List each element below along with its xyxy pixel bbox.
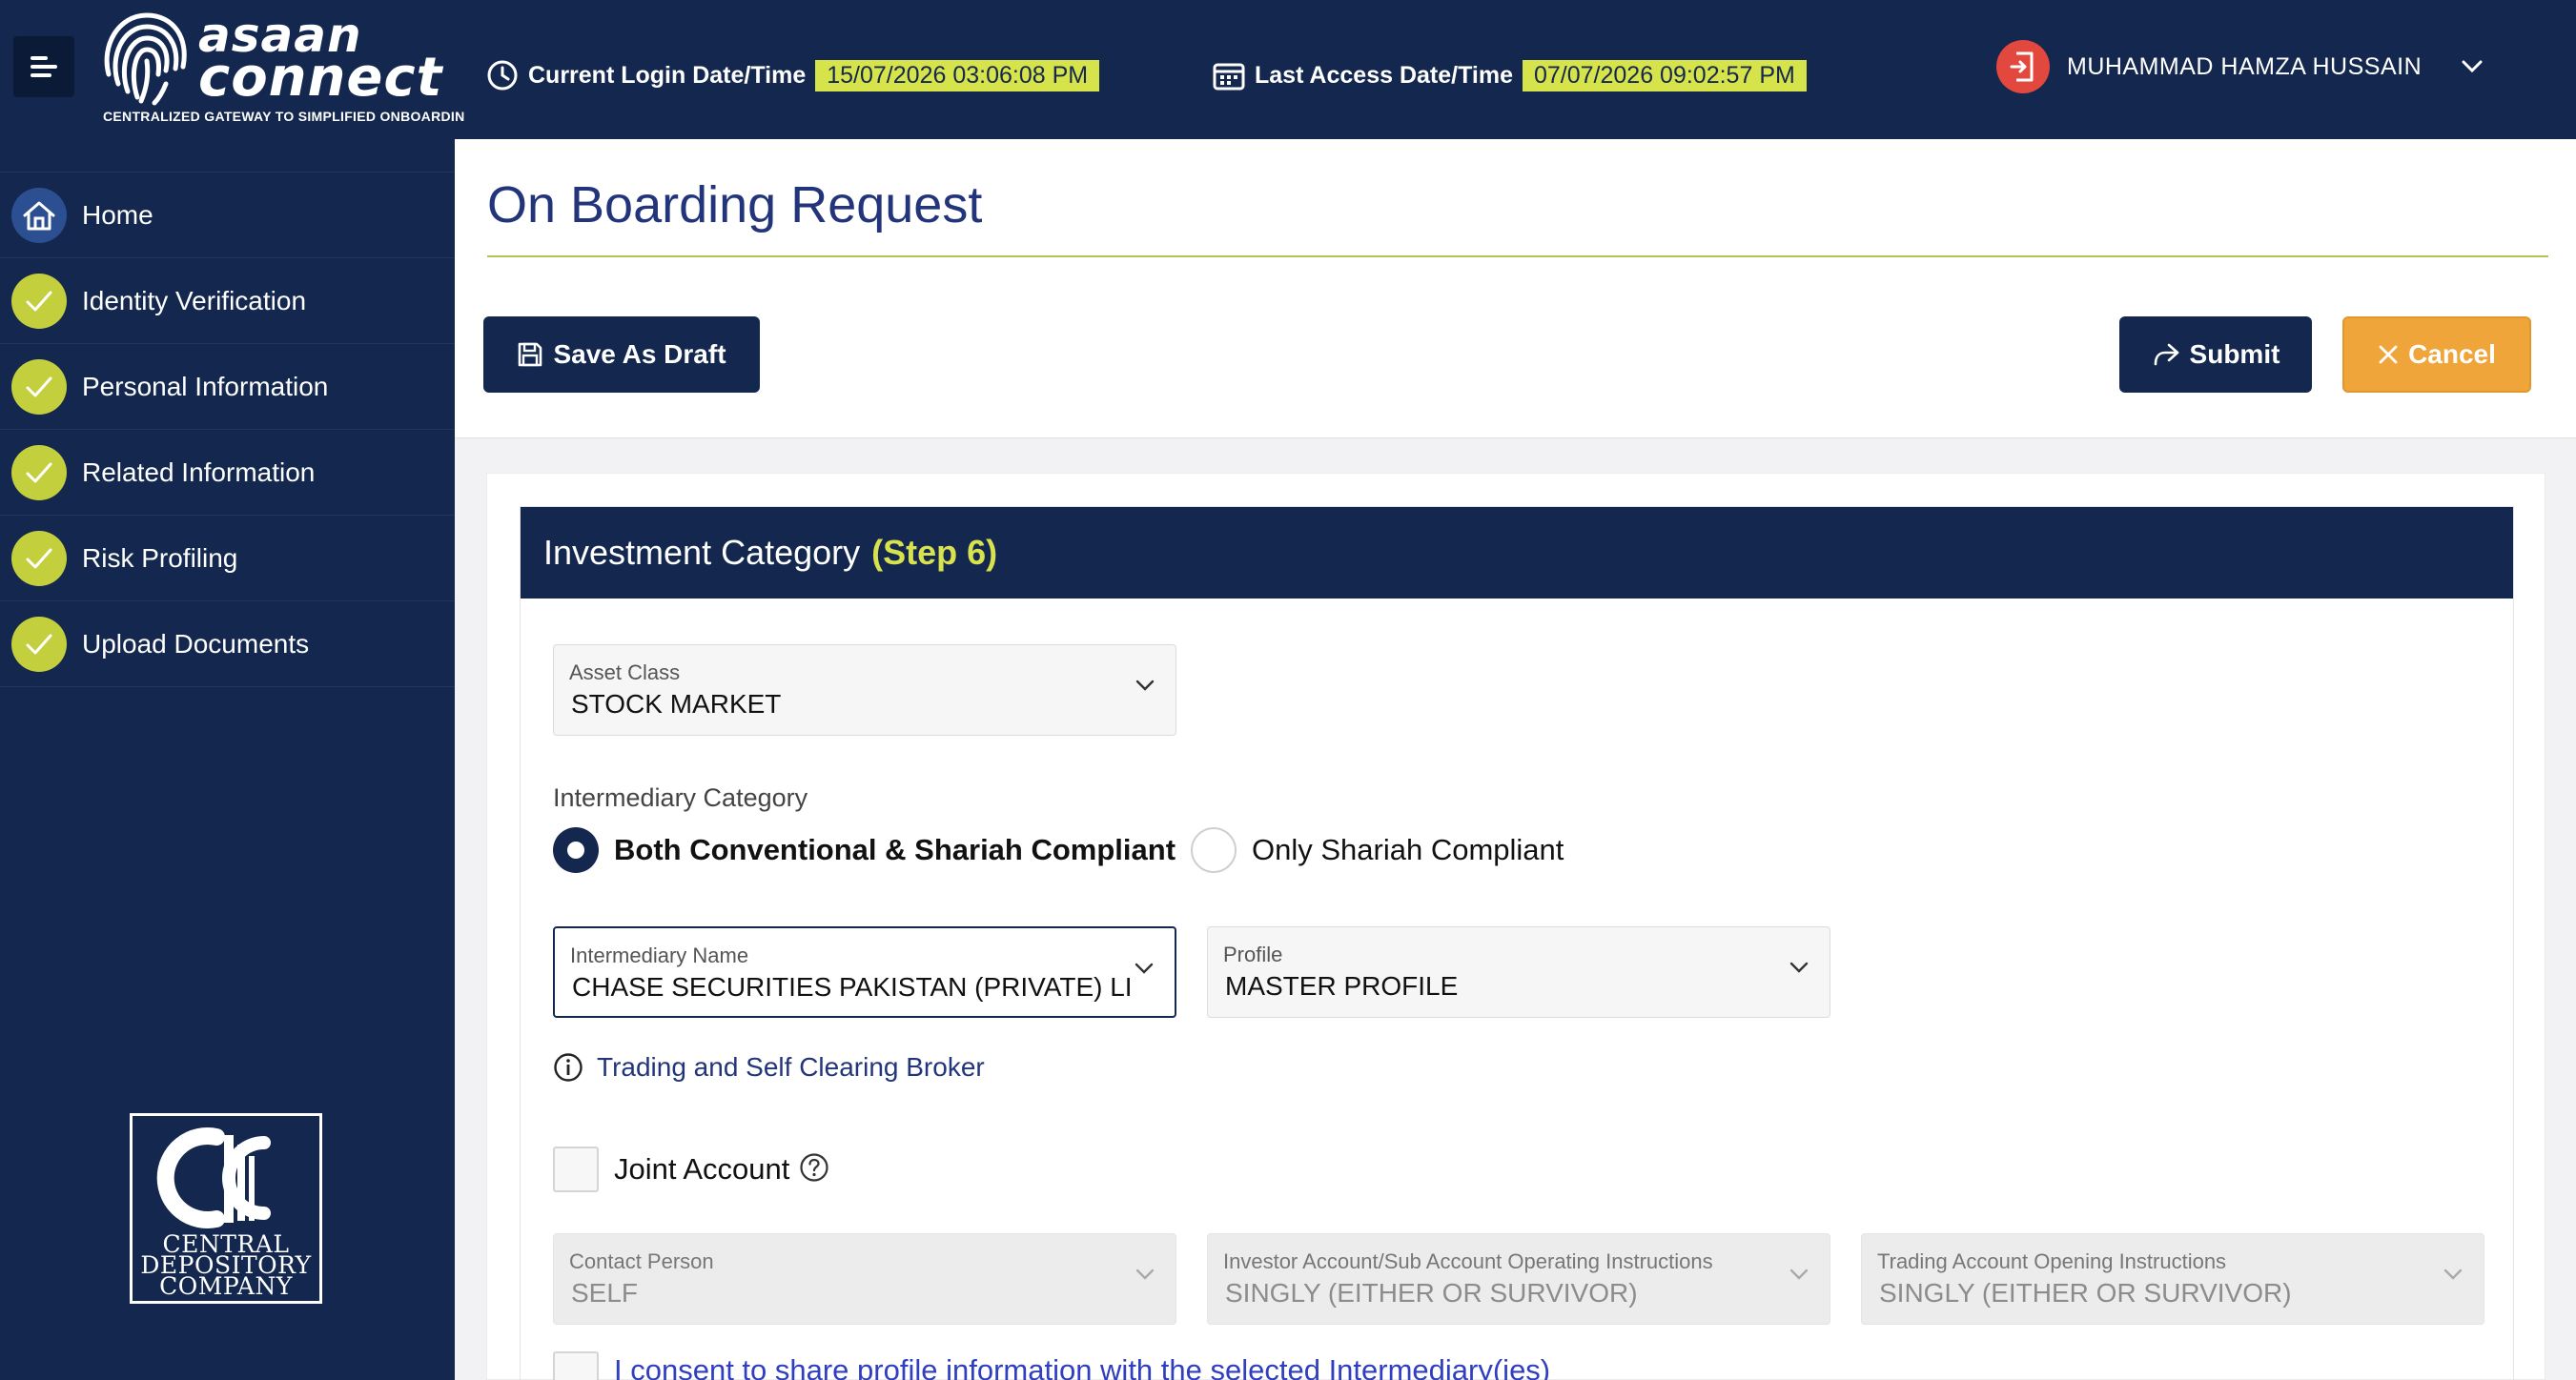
asset-class-label: Asset Class: [569, 660, 681, 684]
trading-account-instructions-select: Trading Account Opening Instructions SIN…: [1861, 1233, 2484, 1325]
radio-both-conventional-shariah[interactable]: [553, 827, 599, 873]
joint-account-label[interactable]: Joint Account: [614, 1152, 789, 1187]
sidebar: Home Identity Verification Personal Info…: [0, 139, 455, 1380]
intermediary-type-hint: Trading and Self Clearing Broker: [553, 1052, 985, 1083]
sidebar-item-label: Related Information: [82, 457, 316, 487]
joint-account-checkbox[interactable]: [553, 1147, 599, 1192]
clock-icon: [486, 59, 519, 91]
title-divider: [487, 255, 2548, 257]
profile-value: MASTER PROFILE: [1225, 971, 1459, 1001]
sidebar-item-related-information[interactable]: Related Information: [0, 430, 455, 516]
form-card: Investment Category (Step 6) Asset Class…: [486, 473, 2545, 1380]
intermediary-type-text: Trading and Self Clearing Broker: [597, 1052, 985, 1082]
chevron-down-icon: [1135, 1268, 1155, 1280]
sidebar-item-label: Risk Profiling: [82, 542, 238, 573]
sidebar-item-personal-information[interactable]: Personal Information: [0, 344, 455, 430]
save-icon: [517, 341, 543, 368]
check-icon: [11, 616, 67, 672]
sidebar-item-label: Personal Information: [82, 371, 329, 401]
last-access-info: Last Access Date/Time 07/07/2026 09:02:5…: [1213, 59, 1807, 91]
contact-person-value: SELF: [571, 1278, 639, 1308]
profile-label: Profile: [1223, 943, 1283, 966]
sidebar-item-home[interactable]: Home: [0, 172, 455, 258]
contact-person-label: Contact Person: [569, 1249, 714, 1273]
trading-instructions-label: Trading Account Opening Instructions: [1877, 1249, 2227, 1273]
sidebar-item-label: Identity Verification: [82, 285, 307, 315]
intermediary-category-radio-group: Both Conventional & Shariah Compliant On…: [553, 825, 1579, 875]
page-header: On Boarding Request Save As Draft Submit…: [455, 139, 2576, 438]
investor-instructions-label: Investor Account/Sub Account Operating I…: [1223, 1249, 1713, 1273]
radio-only-shariah[interactable]: [1191, 827, 1237, 873]
menu-toggle-button[interactable]: [13, 36, 74, 97]
investor-operating-instructions-select: Investor Account/Sub Account Operating I…: [1207, 1233, 1830, 1325]
save-as-draft-label: Save As Draft: [553, 339, 726, 369]
home-icon: [11, 187, 67, 243]
top-header: asaan connect CENTRALIZED GATEWAY TO SIM…: [0, 0, 2576, 139]
current-login-label: Current Login Date/Time: [528, 61, 807, 89]
chevron-down-icon[interactable]: [2462, 60, 2483, 73]
logo-tagline: CENTRALIZED GATEWAY TO SIMPLIFIED ONBOAR…: [103, 109, 465, 124]
asset-class-value: STOCK MARKET: [571, 689, 782, 719]
user-name: MUHAMMAD HAMZA HUSSAIN: [2067, 52, 2423, 80]
save-as-draft-button[interactable]: Save As Draft: [483, 316, 760, 393]
consent-checkbox[interactable]: [553, 1351, 599, 1380]
app-logo[interactable]: asaan connect CENTRALIZED GATEWAY TO SIM…: [99, 8, 464, 128]
info-icon: [553, 1052, 583, 1083]
contact-person-select: Contact Person SELF: [553, 1233, 1176, 1325]
cancel-label: Cancel: [2408, 339, 2496, 369]
cdc-emblem-icon: [156, 1127, 271, 1228]
logout-icon[interactable]: [1996, 40, 2050, 93]
logo-word-2: connect: [198, 47, 443, 109]
check-icon: [11, 444, 67, 500]
section-step: (Step 6): [871, 533, 998, 572]
chevron-down-icon: [2443, 1268, 2463, 1280]
share-arrow-icon: [2152, 342, 2180, 367]
help-icon[interactable]: [799, 1152, 829, 1187]
chevron-down-icon: [1135, 963, 1154, 974]
asset-class-select[interactable]: Asset Class STOCK MARKET: [553, 644, 1176, 736]
check-icon: [11, 530, 67, 586]
intermediary-name-select[interactable]: Intermediary Name CHASE SECURITIES PAKIS…: [553, 926, 1176, 1018]
last-access-value: 07/07/2026 09:02:57 PM: [1522, 59, 1807, 91]
sidebar-nav: Home Identity Verification Personal Info…: [0, 172, 455, 687]
cdc-text-line-3: COMPANY: [159, 1272, 293, 1300]
current-login-value: 15/07/2026 03:06:08 PM: [815, 59, 1100, 91]
cancel-button[interactable]: Cancel: [2342, 316, 2531, 393]
joint-account-row: Joint Account: [553, 1146, 829, 1193]
user-menu[interactable]: MUHAMMAD HAMZA HUSSAIN: [1996, 38, 2483, 95]
sidebar-item-risk-profiling[interactable]: Risk Profiling: [0, 516, 455, 601]
sidebar-item-label: Upload Documents: [82, 628, 310, 659]
submit-label: Submit: [2189, 339, 2280, 369]
consent-row: I consent to share profile information w…: [553, 1351, 1550, 1380]
intermediary-name-label: Intermediary Name: [570, 944, 749, 967]
radio-both-label[interactable]: Both Conventional & Shariah Compliant: [614, 833, 1176, 867]
intermediary-category-label: Intermediary Category: [553, 783, 808, 812]
menu-icon: [31, 56, 48, 60]
check-icon: [11, 273, 67, 329]
chevron-down-icon: [1789, 962, 1809, 973]
investor-instructions-value: SINGLY (EITHER OR SURVIVOR): [1225, 1278, 1638, 1308]
trading-instructions-value: SINGLY (EITHER OR SURVIVOR): [1879, 1278, 2292, 1308]
profile-select[interactable]: Profile MASTER PROFILE: [1207, 926, 1830, 1018]
submit-button[interactable]: Submit: [2119, 316, 2312, 393]
sidebar-item-label: Home: [82, 199, 153, 230]
check-icon: [11, 358, 67, 415]
radio-only-shariah-label[interactable]: Only Shariah Compliant: [1252, 833, 1564, 867]
calendar-icon: [1213, 60, 1245, 91]
chevron-down-icon: [1789, 1268, 1809, 1280]
section-title: Investment Category: [543, 533, 861, 572]
current-login-info: Current Login Date/Time 15/07/2026 03:06…: [486, 59, 1100, 91]
sidebar-item-upload-documents[interactable]: Upload Documents: [0, 601, 455, 687]
page-title: On Boarding Request: [487, 176, 983, 233]
chevron-down-icon: [1135, 680, 1155, 691]
fingerprint-icon: [104, 12, 187, 106]
close-icon: [2378, 344, 2399, 365]
cdc-company-logo: CENTRAL DEPOSITORY COMPANY: [130, 1113, 322, 1304]
consent-label[interactable]: I consent to share profile information w…: [614, 1353, 1550, 1380]
last-access-label: Last Access Date/Time: [1255, 61, 1513, 89]
investment-category-panel: Investment Category (Step 6) Asset Class…: [520, 506, 2514, 1380]
sidebar-item-identity-verification[interactable]: Identity Verification: [0, 258, 455, 344]
intermediary-name-value: CHASE SECURITIES PAKISTAN (PRIVATE) LIMI…: [572, 972, 1130, 1002]
panel-header: Investment Category (Step 6): [521, 507, 2513, 599]
